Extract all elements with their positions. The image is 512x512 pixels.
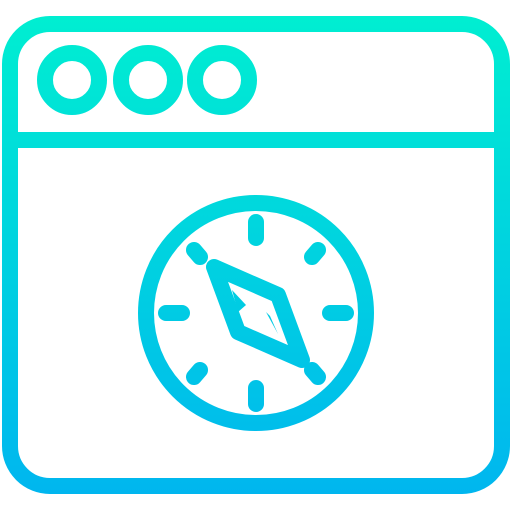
icon-canvas (2, 16, 510, 494)
window-dot-3-icon (187, 45, 257, 115)
compass-ticks (158, 214, 354, 412)
compass-needle (206, 259, 310, 368)
compass-icon (138, 195, 374, 431)
browser-compass-icon (0, 0, 512, 512)
window-dot-1-icon (37, 45, 107, 115)
window-dot-2-icon (113, 45, 183, 115)
